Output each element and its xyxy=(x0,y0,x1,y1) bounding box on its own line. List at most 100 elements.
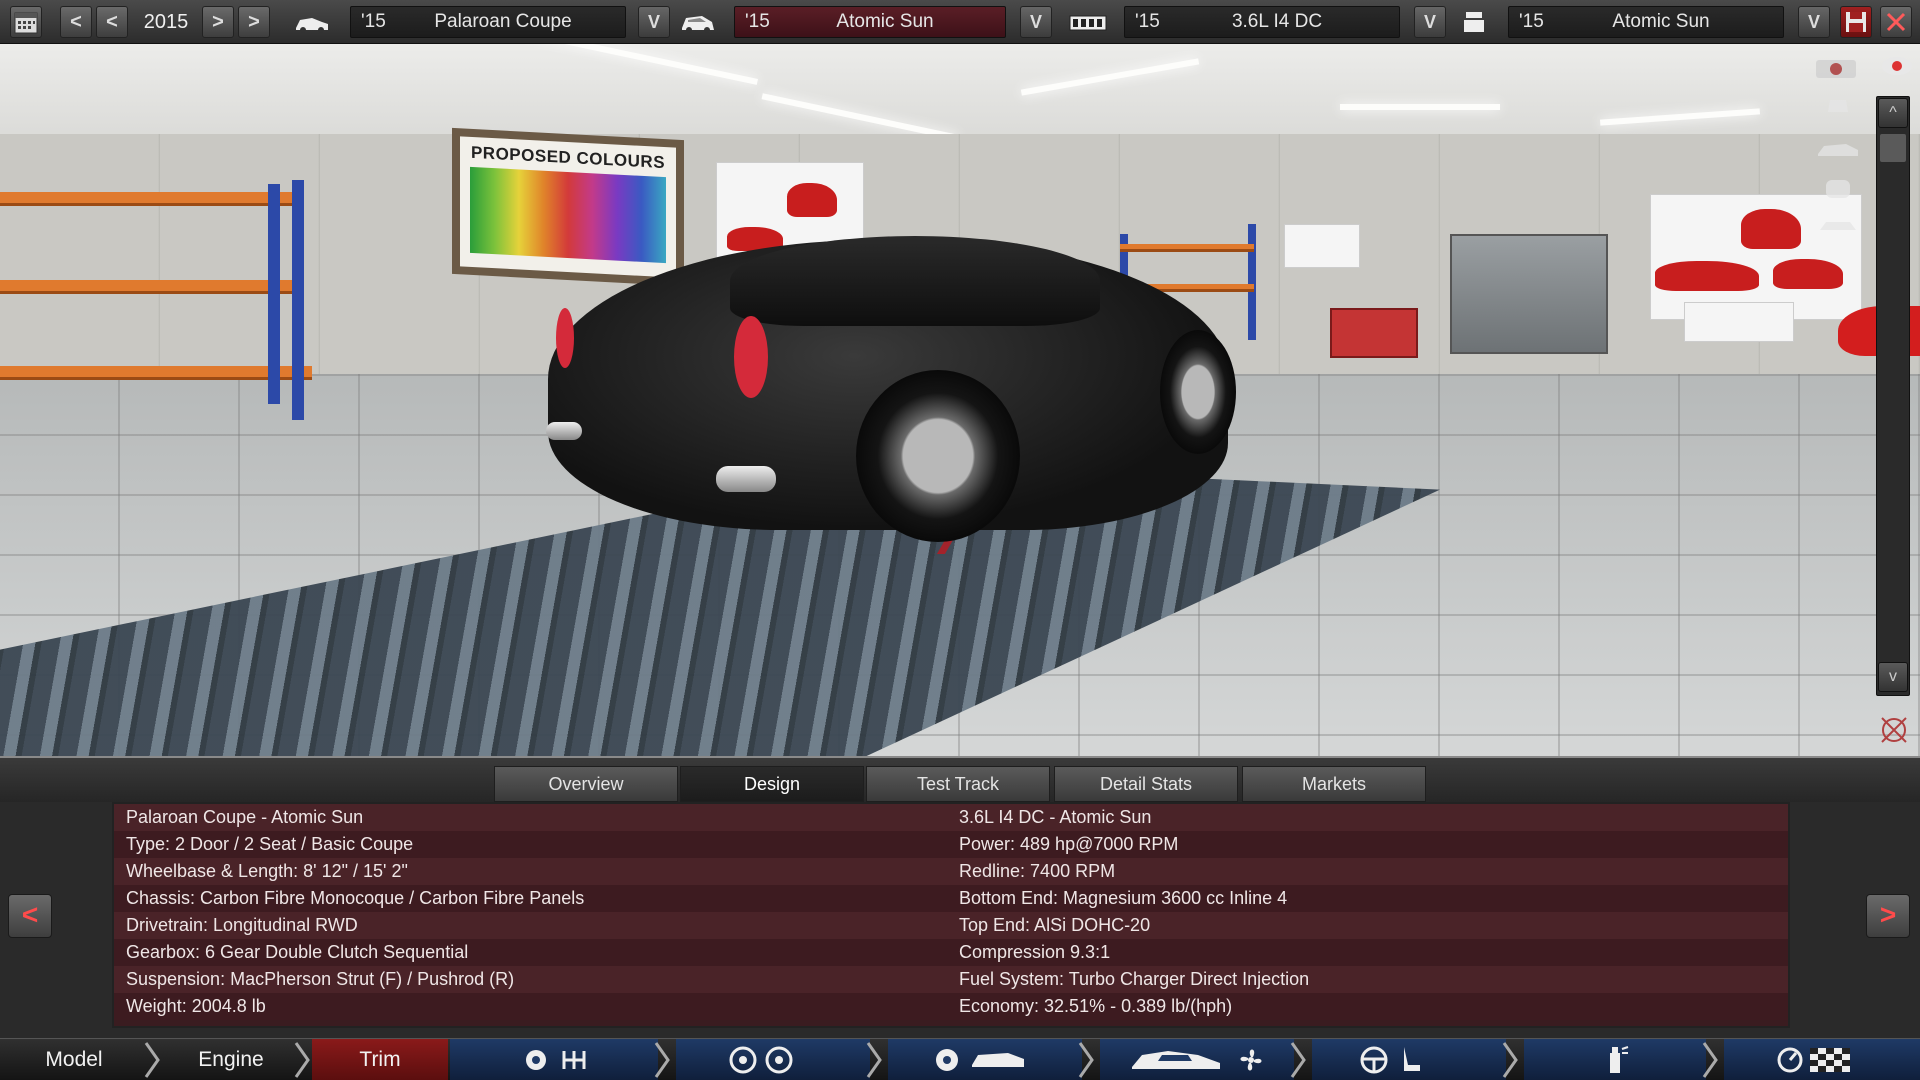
nav-engine[interactable]: Engine xyxy=(164,1039,298,1080)
bottom-navigation: Model Engine Trim xyxy=(0,1038,1920,1080)
chevron-right-icon xyxy=(294,1042,310,1078)
rack-post xyxy=(1248,224,1256,340)
wheel-icon xyxy=(765,1046,793,1074)
car-chassis: Chassis: Carbon Fibre Monocoque / Carbon… xyxy=(126,888,585,908)
tab-overview[interactable]: Overview xyxy=(494,766,678,802)
engine-top-end: Top End: AlSi DOHC-20 xyxy=(959,915,1151,935)
nav-trim[interactable]: Trim xyxy=(312,1039,448,1080)
nav-wheels[interactable] xyxy=(676,1039,870,1080)
zoom-scroll-thumb[interactable] xyxy=(1880,134,1906,162)
engine-bottom-end: Bottom End: Magnesium 3600 cc Inline 4 xyxy=(959,888,1288,908)
nav-model[interactable]: Model xyxy=(0,1039,148,1080)
engine-redline: Redline: 7400 RPM xyxy=(959,861,1116,881)
zoom-scrollbar[interactable] xyxy=(1876,96,1910,696)
chevron-right-icon xyxy=(866,1042,882,1078)
nav-finish[interactable] xyxy=(1724,1039,1920,1080)
year-next-button[interactable]: > xyxy=(202,6,234,38)
trim-select[interactable]: '15 Atomic Sun xyxy=(734,6,1006,38)
visibility-eye-icon[interactable] xyxy=(1880,54,1914,78)
car-gearbox: Gearbox: 6 Gear Double Clutch Sequential xyxy=(126,942,469,962)
model-select[interactable]: '15 Palaroan Coupe xyxy=(350,6,626,38)
tail-light xyxy=(556,308,574,368)
view-side-icon[interactable] xyxy=(1810,136,1866,162)
work-table xyxy=(1684,302,1794,342)
engine-variant-dropdown-button[interactable]: V xyxy=(1798,6,1830,38)
shelf xyxy=(0,192,296,206)
car-wheel xyxy=(856,370,1020,542)
spec-row: Type: 2 Door / 2 Seat / Basic Coupe Powe… xyxy=(114,831,1788,858)
spec-row: Drivetrain: Longitudinal RWD Top End: Al… xyxy=(114,912,1788,939)
shelf xyxy=(0,366,312,380)
car-wheel xyxy=(1160,330,1236,454)
engine-variant-select[interactable]: '15 Atomic Sun xyxy=(1508,6,1784,38)
camera-icon[interactable] xyxy=(1810,54,1866,80)
car-summary: Palaroan Coupe - Atomic Sun xyxy=(126,807,364,827)
view-top-icon[interactable] xyxy=(1810,176,1866,202)
close-icon xyxy=(1886,12,1906,32)
model-dropdown-button[interactable]: V xyxy=(638,6,670,38)
engine-select[interactable]: '15 3.6L I4 DC xyxy=(1124,6,1400,38)
body-mount-icon xyxy=(936,1049,958,1071)
engine-variant-icon xyxy=(1464,12,1484,32)
spray-icon xyxy=(1610,1046,1629,1073)
engine-economy: Economy: 32.51% - 0.389 lb/(hph) xyxy=(959,996,1233,1016)
calendar-button[interactable] xyxy=(10,6,42,38)
engine-year: '15 xyxy=(1135,11,1160,32)
shelf xyxy=(1120,244,1254,252)
current-year: 2015 xyxy=(143,11,189,33)
save-button[interactable] xyxy=(1840,6,1872,38)
engine-dropdown-button[interactable]: V xyxy=(1414,6,1446,38)
car-aero-icon xyxy=(1132,1051,1220,1069)
engine-icon xyxy=(1069,15,1107,31)
spec-row: Weight: 2004.8 lb Economy: 32.51% - 0.38… xyxy=(114,993,1788,1020)
view-front-icon[interactable] xyxy=(1810,92,1866,118)
engine-variant-name: Atomic Sun xyxy=(1612,11,1710,32)
spec-row: Gearbox: 6 Gear Double Clutch Sequential… xyxy=(114,939,1788,966)
year-last-button[interactable]: > xyxy=(238,6,270,38)
exhaust-pipe xyxy=(546,422,582,440)
trim-name: Atomic Sun xyxy=(836,11,934,32)
nav-drivetrain[interactable] xyxy=(450,1039,658,1080)
nav-body[interactable] xyxy=(888,1039,1082,1080)
year-first-button[interactable]: < xyxy=(60,6,92,38)
zoom-up-button[interactable]: ^ xyxy=(1878,98,1908,128)
close-button[interactable] xyxy=(1880,6,1912,38)
spec-row: Wheelbase & Length: 8' 12" / 15' 2" Redl… xyxy=(114,858,1788,885)
car-model-icon xyxy=(296,18,328,33)
nav-aero[interactable] xyxy=(1100,1039,1294,1080)
year-prev-button[interactable]: < xyxy=(96,6,128,38)
reset-view-icon[interactable] xyxy=(1876,712,1912,748)
zoom-down-button[interactable]: v xyxy=(1878,662,1908,692)
car-trim-icon xyxy=(682,16,714,33)
car-suspension: Suspension: MacPherson Strut (F) / Pushr… xyxy=(126,969,515,989)
info-prev-button[interactable]: < xyxy=(8,894,52,938)
car-roof xyxy=(730,236,1100,326)
shelf xyxy=(0,280,300,294)
tab-design[interactable]: Design xyxy=(680,766,864,802)
trim-dropdown-button[interactable]: V xyxy=(1020,6,1052,38)
nav-interior[interactable] xyxy=(1312,1039,1506,1080)
gauge-icon xyxy=(1777,1047,1803,1073)
engine-name: 3.6L I4 DC xyxy=(1231,11,1323,32)
chevron-right-icon xyxy=(1702,1042,1718,1078)
tab-markets[interactable]: Markets xyxy=(1242,766,1426,802)
gearbox-icon xyxy=(562,1051,586,1069)
nav-testing[interactable] xyxy=(1524,1039,1706,1080)
fan-icon xyxy=(1240,1049,1262,1071)
colour-swatches xyxy=(470,166,666,264)
view-rear-icon[interactable] xyxy=(1810,214,1866,240)
steering-wheel-icon xyxy=(1360,1046,1388,1074)
spec-row: Chassis: Carbon Fibre Monocoque / Carbon… xyxy=(114,885,1788,912)
trim-year: '15 xyxy=(745,11,770,32)
info-next-button[interactable]: > xyxy=(1866,894,1910,938)
model-name: Palaroan Coupe xyxy=(434,11,572,32)
car-spec-panel: Palaroan Coupe - Atomic Sun 3.6L I4 DC -… xyxy=(112,802,1790,1028)
spec-row: Palaroan Coupe - Atomic Sun 3.6L I4 DC -… xyxy=(114,804,1788,831)
tool-chest xyxy=(1330,308,1418,358)
rack-post xyxy=(268,184,280,404)
spec-row: Suspension: MacPherson Strut (F) / Pushr… xyxy=(114,966,1788,993)
tab-detail-stats[interactable]: Detail Stats xyxy=(1054,766,1238,802)
tab-test-track[interactable]: Test Track xyxy=(866,766,1050,802)
garage-3d-viewport[interactable]: PROPOSED COLOURS ^ v xyxy=(0,44,1920,756)
chevron-right-icon xyxy=(1502,1042,1518,1078)
